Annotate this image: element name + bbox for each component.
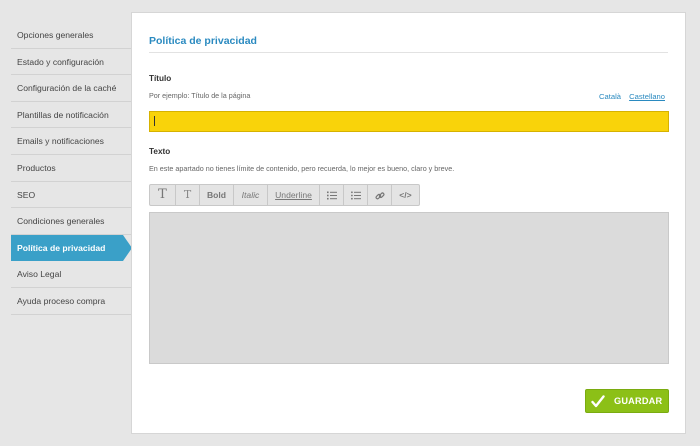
check-icon: [586, 394, 610, 408]
main-panel: Política de privacidad Título Por ejempl…: [131, 12, 686, 434]
underline-button[interactable]: Underline: [268, 185, 320, 205]
save-button[interactable]: GUARDAR: [585, 389, 669, 413]
save-button-label: GUARDAR: [614, 396, 663, 406]
sidebar-item-seo[interactable]: SEO: [11, 182, 131, 209]
title-divider: [149, 52, 668, 53]
language-link-castellano[interactable]: Castellano: [629, 92, 665, 101]
sidebar-item-opciones-generales[interactable]: Opciones generales: [11, 22, 131, 49]
ordered-list-icon: [326, 191, 337, 200]
link-button[interactable]: [368, 185, 392, 205]
sidebar-item-emails-notificaciones[interactable]: Emails y notificaciones: [11, 128, 131, 155]
code-button[interactable]: </>: [392, 185, 419, 205]
text-caret: [154, 116, 155, 126]
editor-toolbar: T T Bold Italic Underline </>: [149, 184, 420, 206]
link-icon: [375, 192, 384, 200]
language-switcher: Català Castellano: [593, 92, 665, 101]
italic-button[interactable]: Italic: [234, 185, 268, 205]
titulo-label: Título: [149, 74, 172, 83]
sidebar-item-ayuda-proceso-compra[interactable]: Ayuda proceso compra: [11, 288, 131, 315]
texto-label: Texto: [149, 147, 171, 156]
sidebar-item-politica-privacidad[interactable]: Política de privacidad: [11, 234, 132, 262]
sidebar-item-productos[interactable]: Productos: [11, 155, 131, 182]
ordered-list-button[interactable]: [320, 185, 344, 205]
language-link-catala[interactable]: Català: [599, 92, 621, 101]
page-title: Política de privacidad: [149, 35, 257, 47]
sidebar-item-aviso-legal[interactable]: Aviso Legal: [11, 261, 131, 288]
sidebar-item-plantillas-notificacion[interactable]: Plantillas de notificación: [11, 102, 131, 129]
sidebar-item-configuracion-cache[interactable]: Configuración de la caché: [11, 75, 131, 102]
texto-hint: En este apartado no tienes límite de con…: [149, 164, 455, 173]
unordered-list-icon: [350, 191, 361, 200]
bold-button[interactable]: Bold: [200, 185, 234, 205]
sidebar-item-estado-configuracion[interactable]: Estado y configuración: [11, 49, 131, 76]
heading-2-button[interactable]: T: [176, 185, 200, 205]
sidebar-item-condiciones-generales[interactable]: Condiciones generales: [11, 208, 131, 235]
heading-1-button[interactable]: T: [150, 185, 176, 205]
sidebar-nav: Opciones generales Estado y configuració…: [11, 22, 132, 315]
unordered-list-button[interactable]: [344, 185, 368, 205]
texto-editor[interactable]: [149, 212, 669, 364]
titulo-hint: Por ejemplo: Título de la página: [149, 91, 251, 100]
titulo-input[interactable]: [149, 111, 669, 132]
